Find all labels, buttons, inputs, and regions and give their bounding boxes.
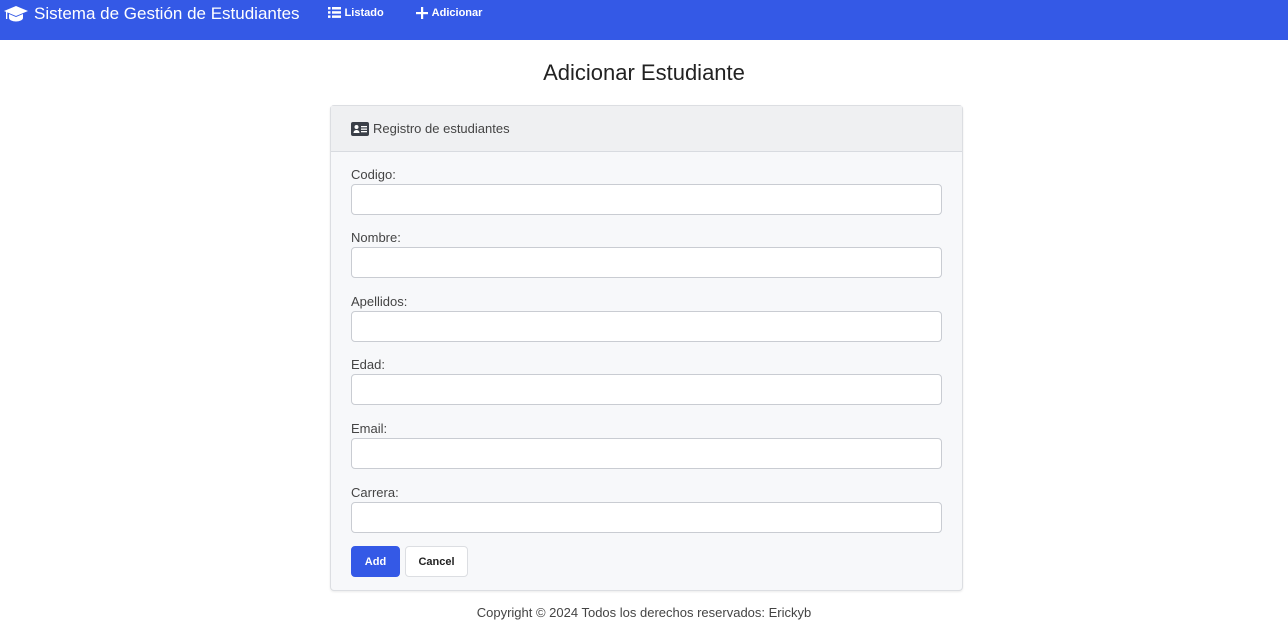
nav-listado[interactable]: Listado <box>327 4 384 21</box>
footer-copyright: Copyright © 2024 Todos los derechos rese… <box>476 605 812 620</box>
page-title: Adicionar Estudiante <box>543 60 745 85</box>
brand-title: Sistema de Gestión de Estudiantes <box>34 4 300 23</box>
card-header: Registro de estudiantes <box>331 106 962 152</box>
nombre-label: Nombre: <box>351 230 401 245</box>
edad-field: Edad: <box>351 357 943 405</box>
card-title: Registro de estudiantes <box>373 121 510 136</box>
apellidos-field: Apellidos: <box>351 294 943 342</box>
nav-adicionar[interactable]: Adicionar <box>415 4 483 21</box>
apellidos-label: Apellidos: <box>351 294 408 309</box>
email-input[interactable] <box>351 438 942 469</box>
email-label: Email: <box>351 421 388 436</box>
cancel-button[interactable]: Cancel <box>405 546 468 577</box>
nav-listado-label: Listado <box>344 6 384 19</box>
codigo-field: Codigo: <box>351 167 943 215</box>
nav-adicionar-label: Adicionar <box>431 6 483 19</box>
add-button[interactable]: Add <box>351 546 400 577</box>
edad-input[interactable] <box>351 374 942 405</box>
carrera-label: Carrera: <box>351 485 399 500</box>
graduation-cap-icon <box>4 6 28 22</box>
brand[interactable]: Sistema de Gestión de Estudiantes <box>4 4 300 24</box>
codigo-input[interactable] <box>351 184 942 215</box>
student-form-card: Registro de estudiantes Codigo: Nombre: … <box>330 105 963 591</box>
navbar: Sistema de Gestión de Estudiantes Listad… <box>0 0 1288 40</box>
carrera-field: Carrera: <box>351 485 943 533</box>
list-icon <box>327 7 341 18</box>
plus-icon <box>415 6 428 19</box>
edad-label: Edad: <box>351 357 385 372</box>
nombre-field: Nombre: <box>351 230 943 278</box>
apellidos-input[interactable] <box>351 311 942 342</box>
email-field: Email: <box>351 421 943 469</box>
codigo-label: Codigo: <box>351 167 396 182</box>
id-card-icon <box>351 121 369 136</box>
nombre-input[interactable] <box>351 247 942 278</box>
carrera-input[interactable] <box>351 502 942 533</box>
